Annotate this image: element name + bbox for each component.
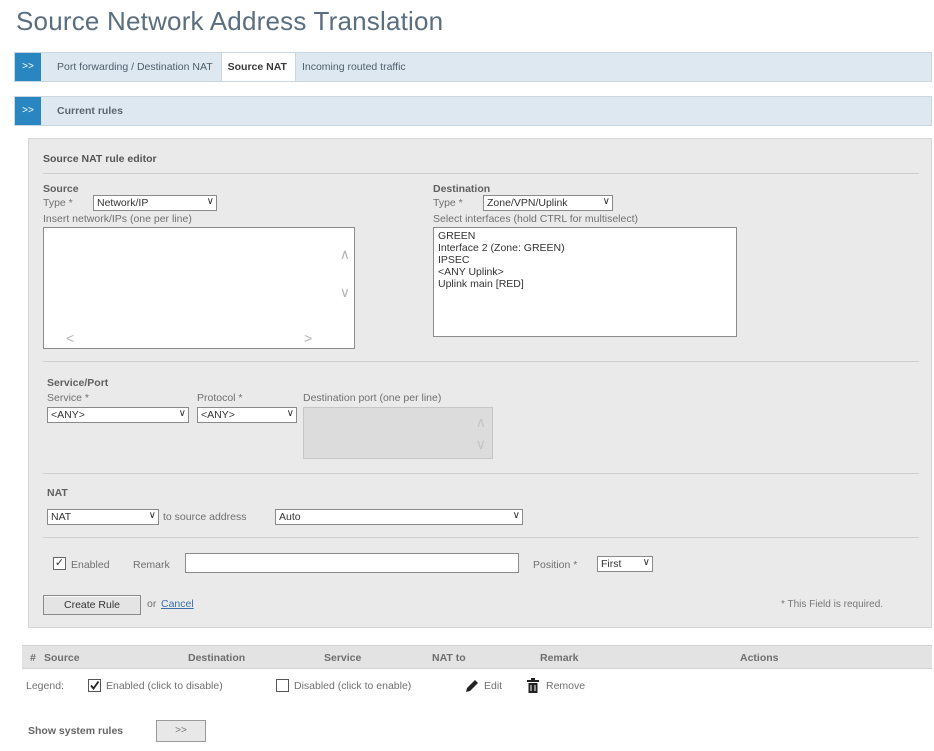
current-rules-label[interactable]: Current rules xyxy=(57,97,123,125)
remark-input[interactable] xyxy=(185,553,519,573)
legend-label: Legend: xyxy=(26,680,64,692)
column-source: Source xyxy=(44,652,80,664)
scroll-up-icon[interactable]: ∧ xyxy=(340,246,350,263)
chevron-down-icon: ∨ xyxy=(206,196,214,207)
position-value: First xyxy=(601,558,622,570)
column-actions: Actions xyxy=(740,652,779,664)
service-value: <ANY> xyxy=(51,409,85,421)
enabled-checkbox-icon xyxy=(88,679,101,695)
to-source-address-label: to source address xyxy=(163,511,247,523)
interface-option[interactable]: GREEN xyxy=(438,230,732,242)
divider xyxy=(43,173,919,174)
column-remark: Remark xyxy=(540,652,579,664)
chevron-down-icon: ∨ xyxy=(286,408,294,419)
scroll-left-icon[interactable]: < xyxy=(66,330,74,346)
disabled-checkbox-icon xyxy=(276,679,289,695)
tab-incoming-routed-traffic[interactable]: Incoming routed traffic xyxy=(296,53,414,81)
position-label: Position * xyxy=(533,559,578,571)
remark-label: Remark xyxy=(133,559,170,571)
destination-heading: Destination xyxy=(433,183,491,195)
destination-list-label: Select interfaces (hold CTRL for multise… xyxy=(433,213,639,225)
interface-option[interactable]: IPSEC xyxy=(438,254,732,266)
tab-port-forwarding[interactable]: Port forwarding / Destination NAT xyxy=(51,53,221,81)
show-system-rules-button[interactable]: >> xyxy=(156,720,206,742)
scroll-down-icon[interactable]: ∨ xyxy=(476,436,486,453)
tab-source-nat[interactable]: Source NAT xyxy=(220,53,296,81)
source-type-select[interactable]: Network/IP ∨ xyxy=(93,195,217,211)
source-heading: Source xyxy=(43,183,79,195)
service-select[interactable]: <ANY> ∨ xyxy=(47,407,189,423)
chevron-down-icon: ∨ xyxy=(148,510,156,521)
destination-port-textarea[interactable]: ∧ ∨ xyxy=(303,407,493,459)
divider xyxy=(43,473,919,474)
destination-type-value: Zone/VPN/Uplink xyxy=(487,197,568,209)
legend-remove-text: Remove xyxy=(546,680,586,692)
chevron-down-icon: ∨ xyxy=(602,196,610,207)
source-address-value: Auto xyxy=(279,511,301,523)
destination-type-select[interactable]: Zone/VPN/Uplink ∨ xyxy=(483,195,613,211)
column-nat-to: NAT to xyxy=(432,652,466,664)
divider xyxy=(43,537,919,538)
legend-edit-text: Edit xyxy=(484,680,503,692)
rule-editor-panel: Source NAT rule editor Source Type * Net… xyxy=(28,138,932,628)
source-type-label: Type * xyxy=(43,197,73,209)
editor-title: Source NAT rule editor xyxy=(43,153,157,165)
chevron-down-icon: ∨ xyxy=(642,557,650,568)
interface-option[interactable]: <ANY Uplink> xyxy=(438,266,732,278)
trash-icon xyxy=(526,678,540,696)
column-destination: Destination xyxy=(188,652,246,664)
scroll-down-icon[interactable]: ∨ xyxy=(340,284,350,301)
source-type-value: Network/IP xyxy=(97,197,149,209)
or-label: or xyxy=(147,598,157,610)
create-rule-button[interactable]: Create Rule xyxy=(43,595,141,615)
column-number: # xyxy=(30,652,36,664)
required-field-note: * This Field is required. xyxy=(781,599,884,610)
scroll-right-icon[interactable]: > xyxy=(304,330,312,346)
show-system-rules-label: Show system rules xyxy=(28,725,124,737)
chevron-down-icon: ∨ xyxy=(178,408,186,419)
rules-table-header: # Source Destination Service NAT to Rema… xyxy=(22,645,932,669)
protocol-value: <ANY> xyxy=(201,409,235,421)
scroll-up-icon[interactable]: ∧ xyxy=(476,414,486,431)
destination-port-label: Destination port (one per line) xyxy=(303,392,442,404)
enabled-checkbox[interactable]: ✓ xyxy=(53,557,66,570)
source-address-select[interactable]: Auto ∨ xyxy=(275,509,523,525)
destination-type-label: Type * xyxy=(433,197,463,209)
nat-value: NAT xyxy=(51,511,72,523)
legend-disabled-text: Disabled (click to enable) xyxy=(294,680,412,692)
interface-option[interactable]: Uplink main [RED] xyxy=(438,278,732,290)
service-port-heading: Service/Port xyxy=(47,377,109,389)
interface-option[interactable]: Interface 2 (Zone: GREEN) xyxy=(438,242,732,254)
protocol-label: Protocol * xyxy=(197,392,243,404)
source-network-textarea[interactable]: ∧ ∨ < > xyxy=(43,227,355,349)
position-select[interactable]: First ∨ xyxy=(597,556,653,572)
service-label: Service * xyxy=(47,392,90,404)
nat-select[interactable]: NAT ∨ xyxy=(47,509,159,525)
legend-enabled-text: Enabled (click to disable) xyxy=(106,680,223,692)
chevron-down-icon: ∨ xyxy=(512,510,520,521)
destination-interfaces-listbox[interactable]: GREEN Interface 2 (Zone: GREEN) IPSEC <A… xyxy=(433,227,737,337)
nat-tab-bar: >> Port forwarding / Destination NAT Sou… xyxy=(14,52,932,82)
tab-toggle-button[interactable]: >> xyxy=(15,53,41,81)
cancel-link[interactable]: Cancel xyxy=(161,598,194,610)
page-title: Source Network Address Translation xyxy=(16,6,444,36)
divider xyxy=(43,361,919,362)
current-rules-bar: >> Current rules xyxy=(14,96,932,126)
column-service: Service xyxy=(324,652,362,664)
current-rules-toggle-button[interactable]: >> xyxy=(15,97,41,125)
source-list-label: Insert network/IPs (one per line) xyxy=(43,213,192,225)
pencil-icon xyxy=(464,678,480,697)
protocol-select[interactable]: <ANY> ∨ xyxy=(197,407,297,423)
nat-heading: NAT xyxy=(47,487,68,499)
enabled-label: Enabled xyxy=(71,559,110,571)
